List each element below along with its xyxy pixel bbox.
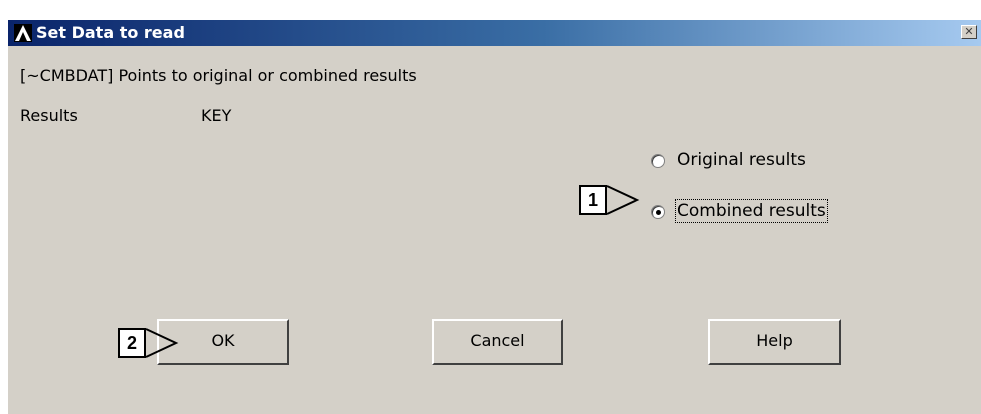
callout-2: 2	[118, 328, 146, 358]
cancel-button[interactable]: Cancel	[432, 319, 563, 365]
set-data-dialog: Set Data to read ✕ [~CMBDAT] Points to o…	[8, 20, 981, 414]
results-label: Results	[20, 106, 78, 125]
window-title: Set Data to read	[36, 23, 185, 42]
radio-combined-results[interactable]	[651, 205, 665, 219]
key-label: KEY	[201, 106, 232, 125]
ansys-logo-icon	[14, 24, 32, 42]
radio-original-results[interactable]	[651, 154, 665, 168]
close-icon[interactable]: ✕	[961, 25, 977, 39]
radio-selected-dot	[656, 210, 661, 215]
callout-2-arrow-icon	[145, 328, 179, 358]
command-description: [~CMBDAT] Points to original or combined…	[20, 66, 417, 85]
callout-1-arrow-icon	[606, 185, 640, 215]
callout-1: 1	[579, 185, 607, 215]
radio-combined-results-label[interactable]: Combined results	[675, 199, 828, 223]
title-bar[interactable]: Set Data to read ✕	[8, 20, 981, 46]
radio-original-results-label[interactable]: Original results	[677, 150, 806, 170]
help-button[interactable]: Help	[708, 319, 841, 365]
